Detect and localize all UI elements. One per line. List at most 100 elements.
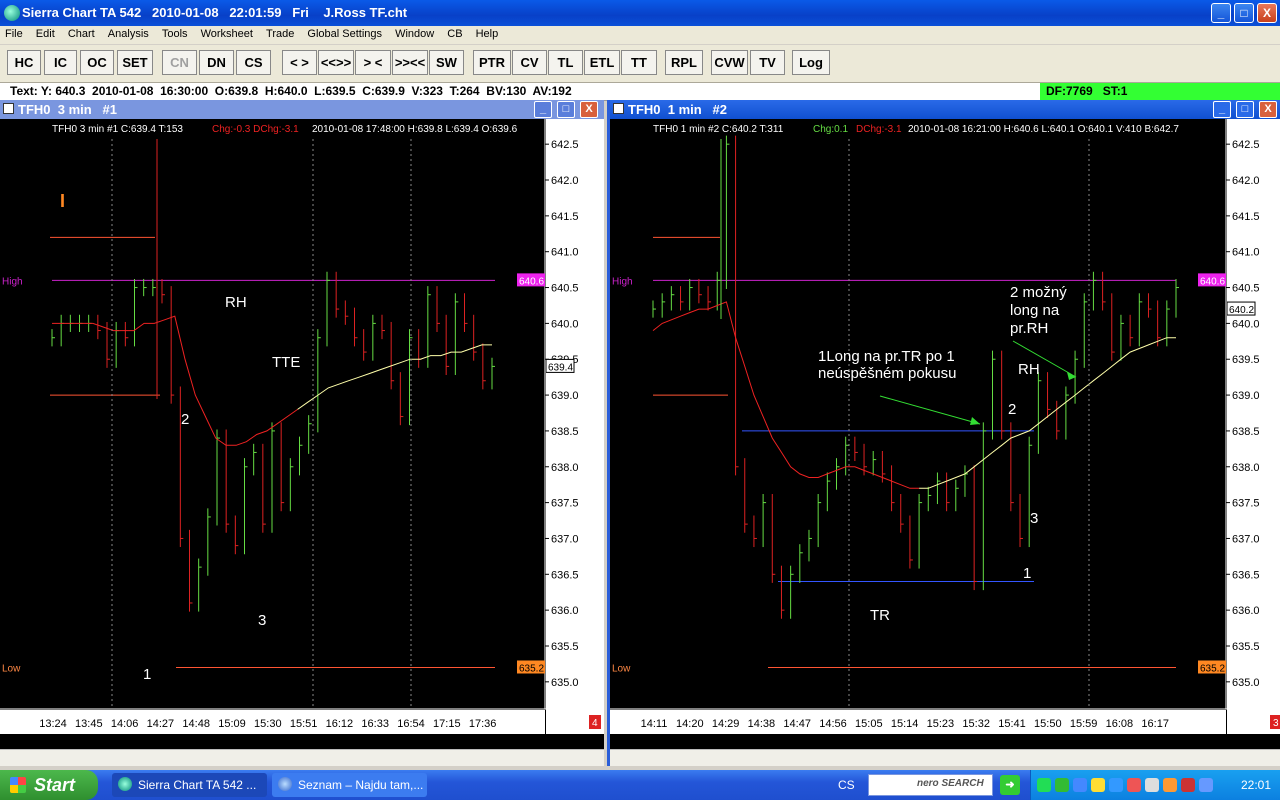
zoom-in-one-button[interactable]: > < [355, 50, 391, 75]
scroll-page-button[interactable]: <<>> [318, 50, 354, 75]
y-tick-label: 636.0 [551, 605, 579, 617]
language-indicator[interactable]: CS [838, 778, 855, 792]
tray-wifi-icon[interactable] [1091, 778, 1105, 792]
tray-network-icon[interactable] [1073, 778, 1087, 792]
chart1-close-button[interactable]: X [580, 101, 598, 118]
nero-search-input[interactable]: nero SEARCH [868, 774, 993, 796]
log-button[interactable]: Log [792, 50, 830, 75]
taskbar: Start Sierra Chart TA 542 ... Seznam – N… [0, 770, 1280, 800]
chart-window-icon [3, 103, 14, 114]
orange-marker: I [60, 191, 65, 211]
tray-arrow-icon[interactable] [1037, 778, 1051, 792]
chart2-plot[interactable]: 642.5 642.0 641.5 641.0 640.5 640.0 639.5 639.0… [610, 119, 1280, 750]
long-setup-2-line3: pr.RH [1010, 320, 1048, 337]
ic-button[interactable]: IC [44, 50, 77, 75]
search-go-icon[interactable]: ➜ [1000, 775, 1020, 795]
y-tick-label: 636.5 [551, 569, 579, 581]
data-feed-status: DF:7769 ST:1 [1040, 83, 1280, 100]
chart1-minimize-button[interactable]: _ [534, 101, 552, 118]
y-tick-label: 638.0 [1232, 462, 1260, 474]
arrow-to-long-1 [879, 395, 981, 425]
scroll-one-button[interactable]: < > [282, 50, 317, 75]
chart-window-2[interactable]: TFH0 1 min #2 _ □ X 642.5 642.0 641.5 641.0… [607, 100, 1280, 766]
tray-app-icon[interactable] [1109, 778, 1123, 792]
x-tick-label: 15:14 [891, 718, 919, 730]
oc-button[interactable]: OC [80, 50, 114, 75]
tv-button[interactable]: TV [750, 50, 785, 75]
data-feed-text: DF:7769 ST:1 [1046, 84, 1128, 98]
high-label: High [612, 276, 633, 287]
chart1-annotation: 3 [258, 612, 266, 629]
cv-button[interactable]: CV [512, 50, 547, 75]
rpl-button[interactable]: RPL [665, 50, 703, 75]
start-button[interactable]: Start [0, 770, 98, 800]
cn-button[interactable]: CN [162, 50, 197, 75]
menu-file[interactable]: File [0, 26, 28, 40]
set-button[interactable]: SET [117, 50, 153, 75]
tray-volume-icon[interactable] [1145, 778, 1159, 792]
y-tick-label: 637.0 [551, 533, 579, 545]
minimize-button[interactable]: _ [1211, 3, 1231, 23]
chart2-title-bar[interactable]: TFH0 1 min #2 _ □ X [610, 100, 1280, 119]
tray-update-icon[interactable] [1127, 778, 1141, 792]
menu-global-settings[interactable]: Global Settings [302, 26, 387, 40]
taskbar-item-browser[interactable]: Seznam – Najdu tam,... [272, 773, 427, 797]
chart2-maximize-button[interactable]: □ [1236, 101, 1254, 118]
high-price-tag-label: 640.6 [519, 276, 544, 287]
system-tray: 22:01 [1030, 770, 1280, 800]
chart1-title-bar[interactable]: TFH0 3 min #1 _ □ X [0, 100, 604, 119]
menu-worksheet[interactable]: Worksheet [196, 26, 258, 40]
chart2-minimize-button[interactable]: _ [1213, 101, 1231, 118]
menu-chart[interactable]: Chart [63, 26, 100, 40]
nero-search-logo: nero SEARCH [917, 778, 984, 789]
long-setup-1-line2: neúspěšném pokusu [818, 365, 956, 382]
window-title: Sierra Chart TA 542 2010-01-08 22:01:59 … [22, 5, 408, 20]
ptr-button[interactable]: PTR [473, 50, 511, 75]
menu-help[interactable]: Help [471, 26, 504, 40]
x-tick-label: 15:51 [290, 718, 318, 730]
tl-button[interactable]: TL [548, 50, 583, 75]
app-title-bar[interactable]: Sierra Chart TA 542 2010-01-08 22:01:59 … [0, 0, 1280, 26]
last-price-tag-label: 640.2 [1229, 305, 1254, 316]
chart1-horizontal-scrollbar[interactable] [0, 749, 604, 766]
chart2-horizontal-scrollbar[interactable] [610, 749, 1280, 766]
x-tick-label: 14:06 [111, 718, 139, 730]
wave-3-label: 3 [1030, 510, 1038, 527]
tray-shield-icon[interactable] [1055, 778, 1069, 792]
x-tick-label: 15:59 [1070, 718, 1098, 730]
tray-messenger-icon[interactable] [1163, 778, 1177, 792]
chart1-plot[interactable]: 642.5642.0641.5641.0640.5640.0639.5639.0… [0, 119, 604, 750]
menu-tools[interactable]: Tools [157, 26, 193, 40]
taskbar-item-sierra-chart[interactable]: Sierra Chart TA 542 ... [112, 773, 267, 797]
menu-cb[interactable]: CB [442, 26, 467, 40]
x-tick-label: 15:30 [254, 718, 282, 730]
y-tick-label: 642.0 [1232, 175, 1260, 187]
tt-button[interactable]: TT [621, 50, 657, 75]
menu-analysis[interactable]: Analysis [103, 26, 154, 40]
cursor-status-line: Text: Y: 640.3 2010-01-08 16:30:00 O:639… [0, 83, 1280, 101]
cs-button[interactable]: CS [236, 50, 271, 75]
etl-button[interactable]: ETL [584, 50, 620, 75]
sw-button[interactable]: SW [429, 50, 464, 75]
chart2-info-head: TFH0 1 min #2 C:640.2 T:311 [653, 124, 784, 135]
tray-display-icon[interactable] [1199, 778, 1213, 792]
menu-trade[interactable]: Trade [261, 26, 299, 40]
maximize-button[interactable]: □ [1234, 3, 1254, 23]
chart1-maximize-button[interactable]: □ [557, 101, 575, 118]
menu-window[interactable]: Window [390, 26, 439, 40]
y-tick-label: 635.5 [551, 641, 579, 653]
close-button[interactable]: X [1257, 3, 1277, 23]
chart2-close-button[interactable]: X [1259, 101, 1277, 118]
dn-button[interactable]: DN [199, 50, 234, 75]
y-tick-label: 635.5 [1232, 641, 1260, 653]
cvw-button[interactable]: CVW [711, 50, 748, 75]
toolbar: HC IC OC SET CN DN CS < > <<>> > < >><< … [0, 45, 1280, 83]
y-tick-label: 636.5 [1232, 569, 1260, 581]
zoom-in-page-button[interactable]: >><< [392, 50, 428, 75]
menu-edit[interactable]: Edit [31, 26, 60, 40]
chart-window-1[interactable]: TFH0 3 min #1 _ □ X 642.5 642.0 641.5 641.0… [0, 100, 604, 766]
y-tick-label: 638.5 [1232, 426, 1260, 438]
chart1-annotation: 2 [181, 411, 189, 428]
hc-button[interactable]: HC [7, 50, 41, 75]
tray-security-icon[interactable] [1181, 778, 1195, 792]
